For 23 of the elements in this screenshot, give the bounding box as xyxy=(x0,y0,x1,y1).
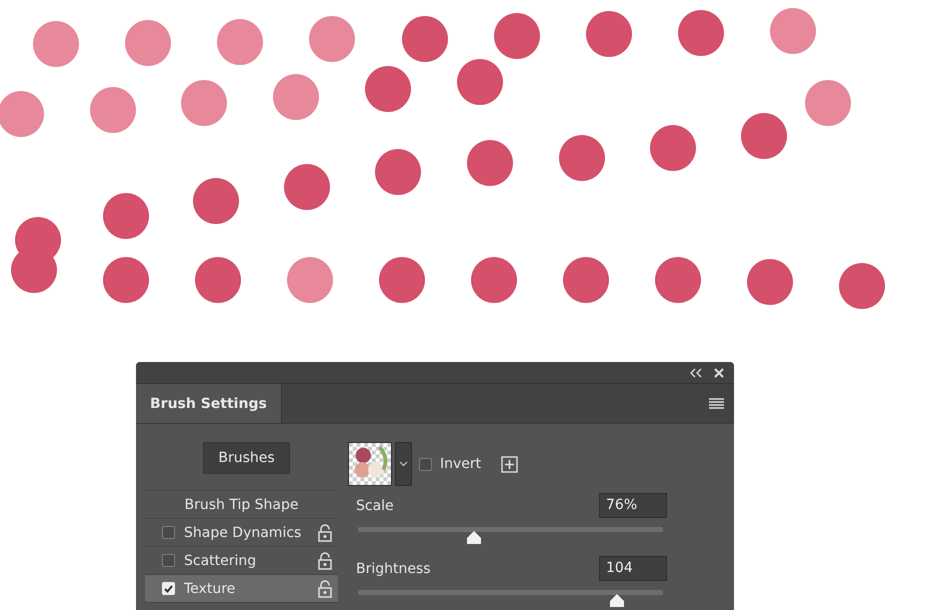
settings-list-item[interactable]: Texture xyxy=(145,575,338,603)
checkbox[interactable] xyxy=(162,554,175,567)
brushes-button[interactable]: Brushes xyxy=(203,442,290,474)
invert-checkbox[interactable] xyxy=(419,458,432,470)
add-pattern-icon[interactable] xyxy=(501,456,518,472)
unlocked-padlock-icon[interactable] xyxy=(318,580,332,598)
collapse-icon[interactable] xyxy=(690,368,702,378)
slider-label: Brightness xyxy=(356,560,431,576)
option-label: Scattering xyxy=(184,552,258,568)
chevron-down-icon xyxy=(399,461,408,467)
unlocked-padlock-icon[interactable] xyxy=(318,524,332,542)
value-field[interactable]: 104 xyxy=(599,556,667,581)
close-icon[interactable] xyxy=(714,368,724,378)
pattern-thumbnail[interactable] xyxy=(348,442,392,486)
option-label: Texture xyxy=(184,580,236,596)
unlocked-padlock-icon[interactable] xyxy=(318,552,332,570)
option-label: Shape Dynamics xyxy=(184,524,302,540)
value-field[interactable]: 76% xyxy=(599,493,667,518)
checkbox[interactable] xyxy=(162,526,175,539)
menu-icon[interactable] xyxy=(709,398,724,409)
panel-tab[interactable]: Brush Settings xyxy=(136,384,282,423)
slider-label: Scale xyxy=(356,498,394,514)
invert-label: Invert xyxy=(440,456,482,472)
